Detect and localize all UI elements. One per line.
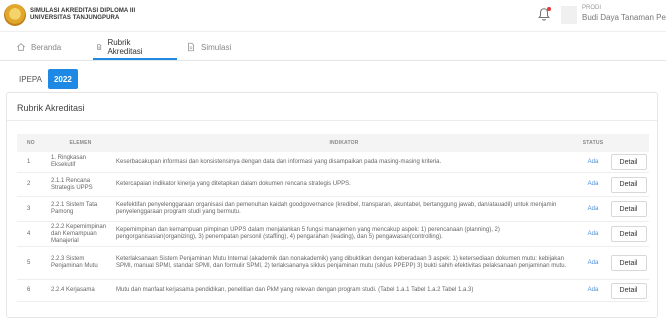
document-icon [188, 42, 194, 52]
document-icon [97, 44, 102, 50]
row-no: 2 [27, 181, 31, 187]
row-indikator: Keserbacakupan informasi dan konsistensi… [116, 158, 442, 165]
detail-button[interactable]: Detail [610, 255, 647, 271]
rubrik-card: Rubrik Akreditasi NO ELEMEN INDIKATOR ST… [6, 92, 658, 318]
row-status: Ada [587, 205, 599, 212]
row-status: Ada [587, 287, 599, 293]
detail-button[interactable]: Detail [610, 176, 647, 193]
row-no: 1 [27, 158, 31, 165]
university-logo [4, 4, 26, 26]
row-no: 4 [27, 230, 31, 237]
row-status: Ada [587, 259, 599, 266]
top-bar: SIMULASI AKREDITASI DIPLOMA III UNIVERSI… [0, 0, 666, 32]
prodi-label: PRODI [582, 5, 602, 11]
row-elemen: 1. Ringkasan Eksekutif [51, 155, 87, 168]
table-row: 6 2.2.4 Kerjasama Mutu dan manfaat kerja… [17, 280, 649, 302]
tab-rubrik-akreditasi[interactable]: Rubrik Akreditasi [96, 36, 146, 58]
column-header-status: STATUS [582, 140, 604, 146]
row-no: 3 [27, 205, 31, 212]
row-no: 5 [27, 259, 31, 266]
column-header-indikator: INDIKATOR [329, 140, 359, 146]
avatar[interactable] [561, 6, 577, 24]
table-row: 3 2.2.1 Sistem Tata Pamong Keefektifan p… [17, 197, 649, 222]
table-row: 1 1. Ringkasan Eksekutif Keserbacakupan … [17, 152, 649, 173]
notification-dot [547, 7, 551, 11]
row-indikator: Kepemimpinan dan kemampuan pimpinan UPPS… [116, 227, 500, 240]
tab-simulasi-label: Simulasi [201, 42, 232, 52]
row-status: Ada [587, 230, 599, 237]
tab-beranda[interactable]: Beranda [16, 36, 61, 58]
row-indikator: Ketercapaian indikator kinerja yang dite… [116, 181, 351, 187]
table-row: 2 2.1.1 Rencana Strategis UPPS Ketercapa… [17, 173, 649, 197]
row-elemen: 2.2.2 Kepemimpinan dan Kemampuan Manajer… [51, 223, 107, 244]
row-elemen: 2.1.1 Rencana Strategis UPPS [51, 177, 93, 191]
row-no: 6 [27, 287, 31, 293]
detail-button[interactable]: Detail [610, 154, 647, 170]
tab-beranda-label: Beranda [31, 42, 62, 52]
rubrik-table: NO ELEMEN INDIKATOR STATUS 1 1. Ringkasa… [17, 134, 649, 302]
detail-button[interactable]: Detail [610, 282, 647, 299]
table-row: 5 2.2.3 Sistem Penjaminan Mutu Keterlaks… [17, 247, 649, 280]
row-elemen: 2.2.1 Sistem Tata Pamong [51, 202, 98, 215]
year-tab-2022[interactable]: 2022 [47, 69, 78, 89]
year-tabs: IPEPA 2022 [13, 69, 78, 89]
brand-line-1: SIMULASI AKREDITASI DIPLOMA III [30, 8, 136, 14]
row-indikator: Keefektifan penyelenggaraan organisasi d… [116, 202, 557, 215]
year-tab-ipepa[interactable]: IPEPA [13, 69, 48, 89]
brand: SIMULASI AKREDITASI DIPLOMA III UNIVERSI… [30, 8, 135, 22]
row-status: Ada [587, 158, 599, 165]
table-row: 4 2.2.2 Kepemimpinan dan Kemampuan Manaj… [17, 222, 649, 247]
brand-line-2: UNIVERSITAS TANJUNGPURA [30, 15, 120, 21]
row-elemen: 2.2.4 Kerjasama [51, 287, 95, 293]
column-header-no: NO [27, 140, 35, 146]
prodi-name: Budi Daya Tanaman Perkebunan [582, 13, 666, 22]
card-title: Rubrik Akreditasi [17, 103, 85, 113]
table-header: NO ELEMEN INDIKATOR STATUS [17, 134, 649, 152]
row-indikator: Keterlaksanaan Sistem Penjaminan Mutu In… [116, 256, 567, 269]
card-divider [7, 120, 657, 121]
home-icon [16, 43, 26, 51]
tab-rubrik-akreditasi-label: Rubrik Akreditasi [107, 38, 143, 56]
detail-button[interactable]: Detail [610, 201, 647, 217]
bell-icon[interactable] [537, 7, 551, 21]
row-elemen: 2.2.3 Sistem Penjaminan Mutu [51, 256, 98, 269]
column-header-elemen: ELEMEN [69, 140, 92, 146]
row-indikator: Mutu dan manfaat kerjasama pendidikan, p… [116, 287, 474, 293]
row-status: Ada [587, 181, 599, 187]
detail-button[interactable]: Detail [610, 226, 647, 242]
nav-divider [0, 60, 666, 61]
tab-simulasi[interactable]: Simulasi [186, 36, 231, 58]
